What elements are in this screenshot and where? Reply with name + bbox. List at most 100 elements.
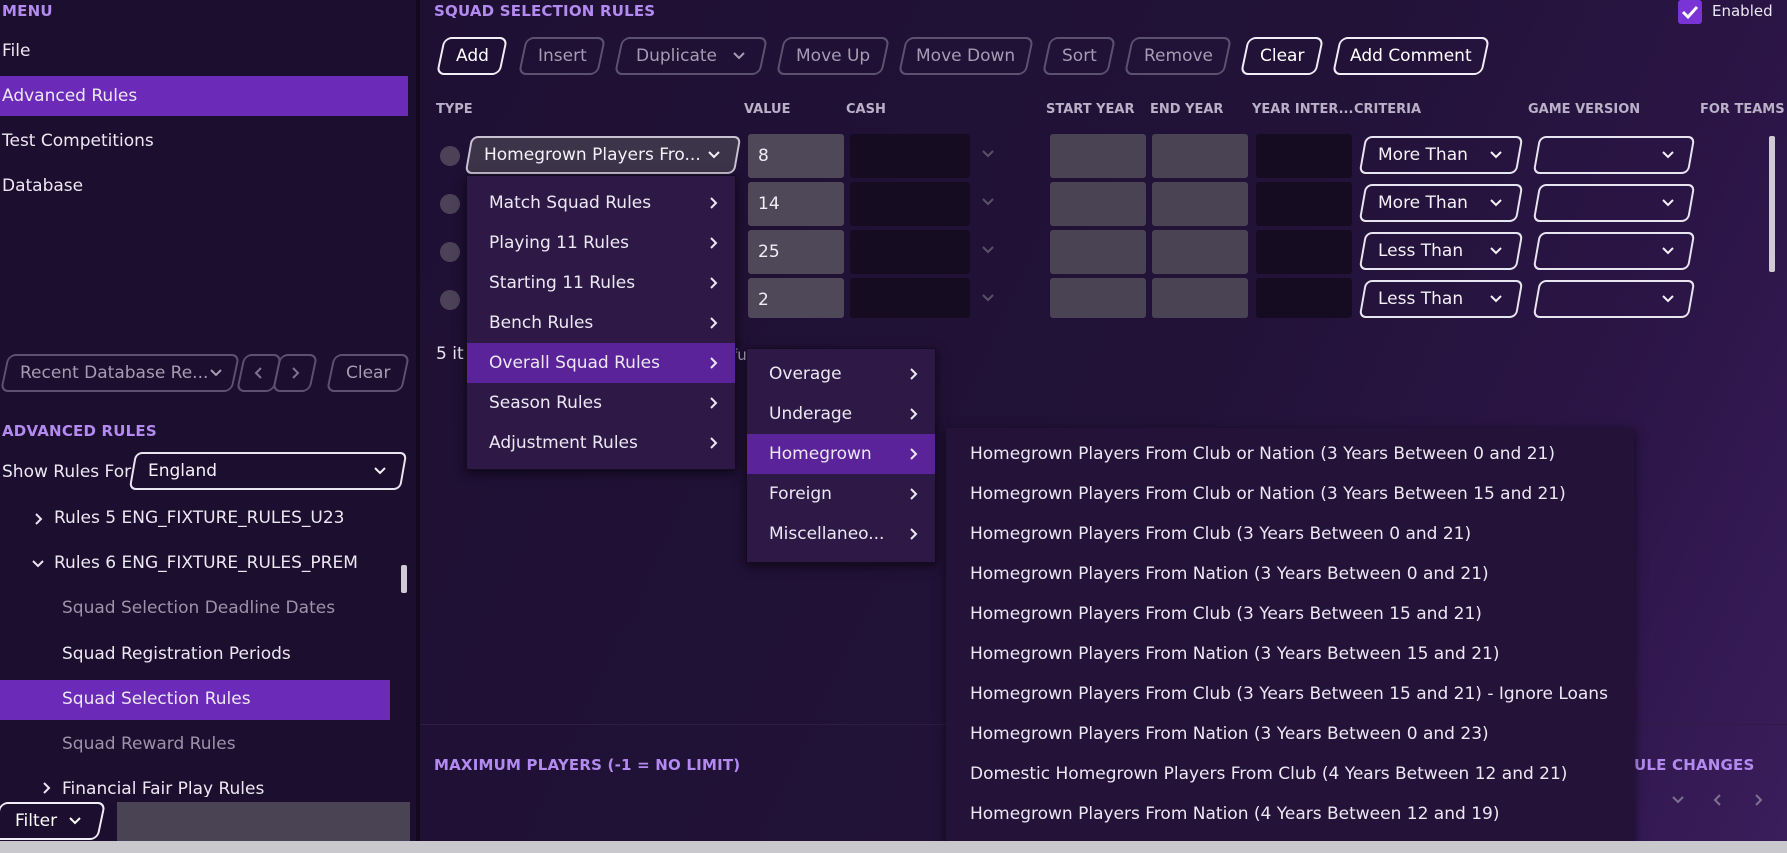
- chevron-down-icon[interactable]: [1670, 792, 1686, 808]
- menu-item-file[interactable]: File: [0, 31, 408, 71]
- tree-item-reward-rules[interactable]: Squad Reward Rules: [62, 734, 236, 754]
- tree-item-deadline-dates[interactable]: Squad Selection Deadline Dates: [62, 598, 335, 618]
- row-criteria-dropdown[interactable]: Less Than: [1358, 232, 1524, 270]
- row-value[interactable]: 8: [748, 134, 844, 178]
- menu-option-homegrown[interactable]: Homegrown: [747, 434, 935, 474]
- remove-button[interactable]: Remove: [1123, 37, 1233, 75]
- row-end-year[interactable]: [1152, 134, 1248, 178]
- col-criteria[interactable]: CRITERIA: [1354, 102, 1421, 117]
- menu-option-season-rules[interactable]: Season Rules: [467, 383, 735, 423]
- menu-option-playing-11-rules[interactable]: Playing 11 Rules: [467, 223, 735, 263]
- row-start-year[interactable]: [1050, 278, 1146, 318]
- menu-option-overall-squad-rules[interactable]: Overall Squad Rules: [467, 343, 735, 383]
- recent-clear-button[interactable]: Clear: [325, 354, 411, 392]
- row-criteria-dropdown[interactable]: Less Than: [1358, 280, 1524, 318]
- row-end-year[interactable]: [1152, 278, 1248, 318]
- rule-changes-title: ULE CHANGES: [1634, 756, 1755, 774]
- row-game-version-dropdown[interactable]: [1532, 280, 1696, 318]
- row-end-year[interactable]: [1152, 182, 1248, 226]
- row-value[interactable]: 14: [748, 182, 844, 226]
- row-check-icon[interactable]: [440, 194, 460, 214]
- col-value[interactable]: VALUE: [744, 102, 791, 117]
- row-start-year[interactable]: [1050, 182, 1146, 226]
- row-check-icon[interactable]: [440, 146, 460, 166]
- col-cash[interactable]: CASH: [846, 102, 886, 117]
- filter-dropdown[interactable]: Filter: [0, 802, 107, 840]
- row-type-dropdown[interactable]: Homegrown Players Fro...: [464, 136, 742, 174]
- row-value[interactable]: 2: [748, 278, 844, 318]
- homegrown-option[interactable]: Homegrown Players From Nation (3 Years B…: [946, 554, 1634, 594]
- row-end-year[interactable]: [1152, 230, 1248, 274]
- tree-item-rules-6[interactable]: Rules 6 ENG_FIXTURE_RULES_PREM: [54, 553, 358, 573]
- homegrown-option[interactable]: Domestic Homegrown Players From Club (4 …: [946, 754, 1634, 794]
- row-year-interval[interactable]: [1256, 182, 1352, 226]
- homegrown-option[interactable]: Homegrown Players From Nation (3 Years B…: [946, 634, 1634, 674]
- menu-item-advanced-rules[interactable]: Advanced Rules: [0, 76, 408, 116]
- menu-option-bench-rules[interactable]: Bench Rules: [467, 303, 735, 343]
- chevron-left-icon[interactable]: [1710, 792, 1726, 808]
- expand-arrow-icon[interactable]: [30, 511, 46, 527]
- col-type[interactable]: TYPE: [436, 102, 473, 117]
- menu-option-match-squad-rules[interactable]: Match Squad Rules: [467, 183, 735, 223]
- menu-option-adjustment-rules[interactable]: Adjustment Rules: [467, 423, 735, 463]
- menu-option-underage[interactable]: Underage: [747, 394, 935, 434]
- col-for-teams[interactable]: FOR TEAMS: [1700, 102, 1785, 117]
- row-year-interval[interactable]: [1256, 134, 1352, 178]
- row-cash[interactable]: [850, 182, 970, 226]
- homegrown-option[interactable]: Homegrown Players From Club or Nation (3…: [946, 474, 1634, 514]
- homegrown-option[interactable]: Homegrown Players From Club or Nation (3…: [946, 434, 1634, 474]
- row-criteria-dropdown[interactable]: More Than: [1358, 136, 1524, 174]
- row-game-version-dropdown[interactable]: [1532, 184, 1696, 222]
- menu-option-starting-11-rules[interactable]: Starting 11 Rules: [467, 263, 735, 303]
- recent-database-dropdown[interactable]: Recent Database Re...: [0, 354, 241, 392]
- enabled-checkbox[interactable]: [1678, 0, 1702, 24]
- row-criteria-dropdown[interactable]: More Than: [1358, 184, 1524, 222]
- col-start-year[interactable]: START YEAR: [1046, 102, 1134, 117]
- row-year-interval[interactable]: [1256, 278, 1352, 318]
- row-check-icon[interactable]: [440, 242, 460, 262]
- tree-item-registration-periods[interactable]: Squad Registration Periods: [62, 644, 291, 664]
- row-value[interactable]: 25: [748, 230, 844, 274]
- menu-option-miscellaneous[interactable]: Miscellaneo...: [747, 514, 935, 554]
- homegrown-option[interactable]: Homegrown Players From Nation (4 Years B…: [946, 794, 1634, 834]
- add-button[interactable]: Add: [435, 37, 509, 75]
- add-comment-button[interactable]: Add Comment: [1331, 37, 1491, 75]
- row-cash[interactable]: [850, 278, 970, 318]
- sort-button[interactable]: Sort: [1041, 37, 1117, 75]
- move-down-button[interactable]: Move Down: [897, 37, 1035, 75]
- col-end-year[interactable]: END YEAR: [1150, 102, 1223, 117]
- col-year-interval[interactable]: YEAR INTER...: [1252, 102, 1353, 117]
- tree-item-squad-selection-rules[interactable]: Squad Selection Rules: [62, 689, 251, 709]
- menu-item-test-competitions[interactable]: Test Competitions: [0, 121, 408, 161]
- row-year-interval[interactable]: [1256, 230, 1352, 274]
- show-rules-for-dropdown[interactable]: England: [128, 452, 408, 490]
- homegrown-option[interactable]: Homegrown Players From Club (3 Years Bet…: [946, 514, 1634, 554]
- expand-arrow-icon[interactable]: [38, 780, 54, 796]
- row-start-year[interactable]: [1050, 230, 1146, 274]
- row-cash[interactable]: [850, 134, 970, 178]
- menu-option-foreign[interactable]: Foreign: [747, 474, 935, 514]
- insert-button[interactable]: Insert: [517, 37, 607, 75]
- move-up-button[interactable]: Move Up: [775, 37, 891, 75]
- tree-item-rules-5[interactable]: Rules 5 ENG_FIXTURE_RULES_U23: [54, 508, 344, 528]
- table-vertical-scrollbar[interactable]: [1769, 136, 1775, 272]
- collapse-arrow-icon[interactable]: [30, 556, 46, 572]
- homegrown-option[interactable]: Homegrown Players From Nation (3 Years B…: [946, 714, 1634, 754]
- clear-button[interactable]: Clear: [1239, 37, 1325, 75]
- chevron-right-icon[interactable]: [1750, 792, 1766, 808]
- tree-scrollbar[interactable]: [401, 565, 407, 593]
- menu-option-overage[interactable]: Overage: [747, 354, 935, 394]
- col-game-version[interactable]: GAME VERSION: [1528, 102, 1640, 117]
- row-game-version-dropdown[interactable]: [1532, 136, 1696, 174]
- row-start-year[interactable]: [1050, 134, 1146, 178]
- forward-button[interactable]: [271, 354, 319, 392]
- tree-item-ffp-rules[interactable]: Financial Fair Play Rules: [62, 779, 264, 797]
- row-cash[interactable]: [850, 230, 970, 274]
- duplicate-button[interactable]: Duplicate: [613, 37, 769, 75]
- homegrown-option[interactable]: Homegrown Players From Club (3 Years Bet…: [946, 674, 1634, 714]
- row-check-icon[interactable]: [440, 290, 460, 310]
- row-game-version-dropdown[interactable]: [1532, 232, 1696, 270]
- homegrown-option[interactable]: Homegrown Players From Club (3 Years Bet…: [946, 594, 1634, 634]
- menu-item-database[interactable]: Database: [0, 166, 408, 206]
- filter-input[interactable]: [117, 802, 410, 841]
